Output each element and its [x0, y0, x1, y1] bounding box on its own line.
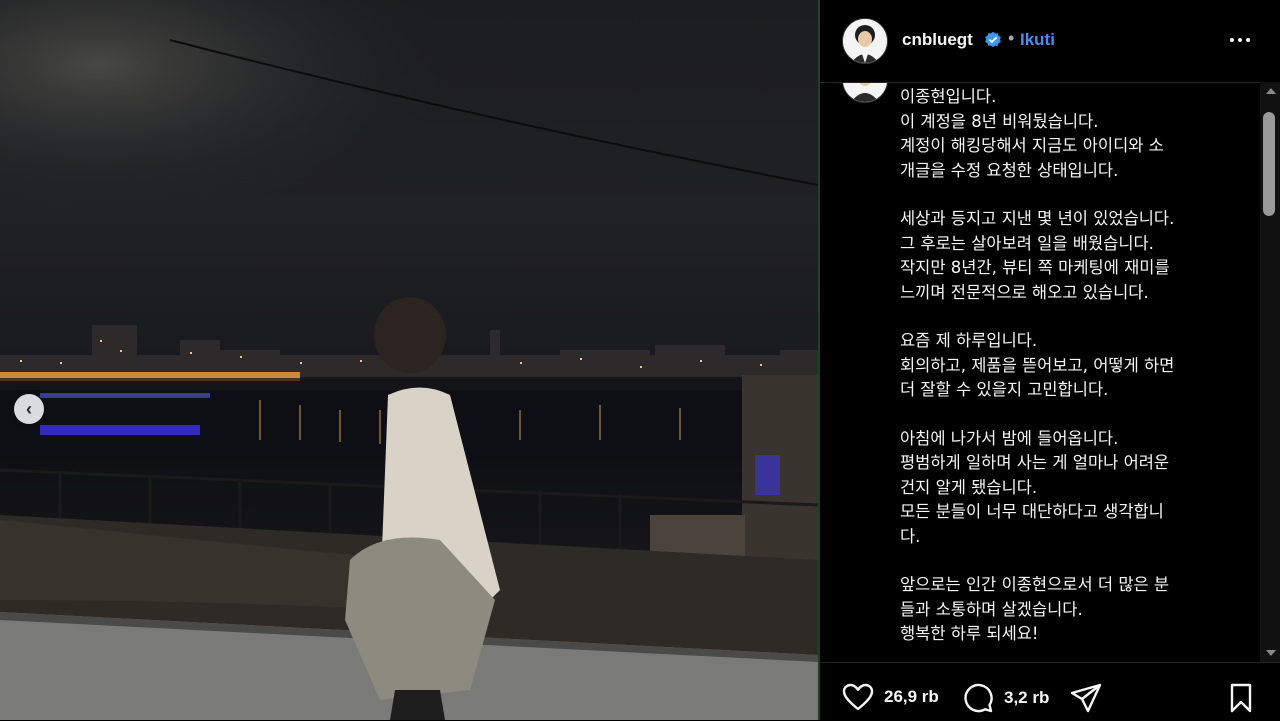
chevron-left-icon: ‹ [26, 398, 32, 419]
caption-paragraph-gap [900, 549, 1245, 573]
verified-badge-icon [985, 31, 1001, 48]
avatar[interactable] [842, 18, 888, 64]
separator-dot: • [1008, 28, 1015, 48]
caption-line: 모든 분들이 너무 대단하다고 생각합니 [900, 502, 1164, 521]
share-button[interactable] [1070, 683, 1102, 713]
more-options-icon[interactable] [1220, 22, 1260, 58]
scroll-down-arrow-icon[interactable] [1266, 650, 1276, 656]
caption-line: 아침에 나가서 밤에 들어옵니다. [900, 428, 1119, 448]
caption-line: 그 후로는 살아보려 일을 배웠습니다. [900, 233, 1154, 253]
post-side-panel: cnbluegt • Ikuti 이종현입니다. 이 계정을 8년 비워뒀습니다.… [820, 0, 1280, 720]
caption-paragraph-gap [900, 403, 1245, 427]
caption-paragraph-gap [900, 183, 1245, 207]
heart-icon [842, 683, 874, 711]
night-city-scene [0, 0, 818, 720]
caption-line: 세상과 등지고 지낸 몇 년이 있었습니다. [900, 209, 1175, 228]
bookmark-icon [1230, 683, 1252, 713]
like-button[interactable]: 26,9 rb [842, 683, 939, 711]
save-button[interactable] [1226, 683, 1256, 713]
caption-avatar[interactable] [842, 83, 888, 103]
carousel-prev-button[interactable]: ‹ [14, 394, 44, 424]
post-caption: 이종현입니다. 이 계정을 8년 비워뒀습니다. 계정이 해킹당해서 지금도 아이디… [900, 85, 1245, 647]
comment-count: 3,2 rb [1004, 688, 1050, 707]
like-count: 26,9 rb [884, 687, 939, 706]
caption-line: 이 계정을 8년 비워뒀습니다. [900, 111, 1099, 131]
share-icon [1070, 683, 1102, 713]
caption-line: 들과 소통하며 살겠습니다. [900, 599, 1083, 619]
post-photo: ‹ [0, 0, 818, 720]
caption-line: 다. [900, 526, 921, 546]
caption-paragraph-gap [900, 305, 1245, 329]
caption-line: 계정이 해킹당해서 지금도 아이디와 소 [900, 136, 1164, 155]
caption-line: 앞으로는 인간 이종현으로서 더 많은 분 [900, 575, 1170, 594]
comment-icon [964, 683, 993, 713]
comment-button[interactable]: 3,2 rb [962, 683, 1049, 713]
caption-line: 행복한 하루 되세요! [900, 624, 1039, 643]
caption-line: 이종현입니다. [900, 87, 997, 106]
scrollbar-thumb[interactable] [1263, 112, 1275, 216]
caption-line: 느끼며 전문적으로 해오고 있습니다. [900, 282, 1149, 302]
follow-button[interactable]: Ikuti [1020, 30, 1055, 50]
action-bar: 26,9 rb 3,2 rb [820, 662, 1280, 721]
caption-scroll-area[interactable]: 이종현입니다. 이 계정을 8년 비워뒀습니다. 계정이 해킹당해서 지금도 아이디… [820, 83, 1280, 661]
caption-line: 평범하게 일하며 사는 게 얼마나 어려운 [900, 453, 1170, 472]
caption-line: 회의하고, 제품을 뜯어보고, 어떻게 하면 [900, 355, 1175, 375]
caption-line: 작지만 8년간, 뷰티 쪽 마케팅에 재미를 [900, 258, 1170, 277]
caption-line: 요즘 제 하루입니다. [900, 331, 1038, 350]
caption-line: 건지 알게 됐습니다. [900, 477, 1038, 497]
caption-line: 더 잘할 수 있을지 고민합니다. [900, 380, 1109, 399]
username[interactable]: cnbluegt [902, 30, 973, 50]
scroll-up-arrow-icon[interactable] [1266, 88, 1276, 94]
post-header: cnbluegt • Ikuti [820, 0, 1280, 83]
caption-line: 개글을 수정 요청한 상태입니다. [900, 160, 1119, 180]
